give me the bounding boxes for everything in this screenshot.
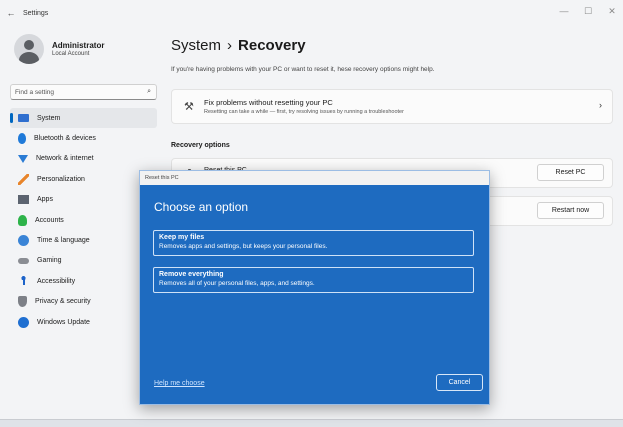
- sidebar-item-personalization[interactable]: Personalization: [10, 169, 157, 189]
- option-title: Keep my files: [159, 234, 205, 241]
- sidebar-item-windows-update[interactable]: Windows Update: [10, 312, 157, 332]
- bluetooth-icon: [18, 133, 26, 145]
- sidebar-item-label: Time & language: [37, 237, 90, 245]
- close-icon[interactable]: ✕: [607, 6, 617, 17]
- restart-now-button[interactable]: Restart now: [537, 202, 604, 219]
- avatar: [14, 34, 44, 64]
- gamepad-icon: [18, 257, 29, 264]
- sidebar-item-apps[interactable]: Apps: [10, 190, 157, 210]
- sidebar-item-label: Apps: [37, 196, 53, 204]
- accounts-icon: [18, 214, 27, 226]
- sidebar-item-label: Accessibility: [37, 277, 76, 285]
- sidebar-item-system[interactable]: System: [10, 108, 157, 129]
- shield-icon: [18, 296, 27, 308]
- profile-text: Administrator Local Account: [52, 41, 104, 57]
- fix-problems-card[interactable]: ⚒ Fix problems without resetting your PC…: [171, 89, 613, 124]
- sidebar-item-label: Personalization: [37, 175, 85, 183]
- option-description: Removes apps and settings, but keeps you…: [159, 243, 328, 250]
- sidebar-item-accounts[interactable]: Accounts: [10, 210, 157, 230]
- brush-icon: [18, 173, 29, 185]
- sidebar-item-network[interactable]: Network & internet: [10, 149, 157, 169]
- fix-card-description: Resetting can take a while — first, try …: [204, 109, 404, 115]
- chevron-right-icon: ›: [599, 100, 602, 110]
- window-controls: — ☐ ✕: [559, 6, 617, 17]
- fix-card-title: Fix problems without resetting your PC: [204, 98, 333, 107]
- option-description: Removes all of your personal files, apps…: [159, 280, 315, 287]
- sidebar-item-accessibility[interactable]: Accessibility: [10, 271, 157, 291]
- page-title: System › Recovery: [171, 37, 306, 54]
- sidebar-item-label: Accounts: [35, 216, 64, 224]
- sidebar-item-label: System: [37, 114, 61, 122]
- wrench-icon: ⚒: [184, 101, 194, 113]
- option-title: Remove everything: [159, 271, 224, 278]
- sidebar-item-label: Network & internet: [36, 155, 94, 163]
- reset-dialog: Reset this PC Choose an option Keep my f…: [139, 170, 490, 405]
- window-title: Settings: [23, 9, 49, 17]
- sidebar-item-gaming[interactable]: Gaming: [10, 251, 157, 271]
- sidebar-item-label: Bluetooth & devices: [34, 135, 96, 143]
- apps-icon: [18, 195, 29, 205]
- globe-icon: [18, 235, 29, 247]
- breadcrumb-parent[interactable]: System: [171, 37, 221, 54]
- profile-subtitle: Local Account: [52, 51, 90, 57]
- cancel-button[interactable]: Cancel: [436, 374, 483, 391]
- dialog-heading: Choose an option: [154, 200, 249, 214]
- search-input[interactable]: Find a setting ⌕: [10, 84, 157, 100]
- sidebar-item-label: Windows Update: [37, 318, 90, 326]
- sidebar-item-label: Gaming: [37, 257, 62, 265]
- sidebar-nav: System Bluetooth & devices Network & int…: [10, 108, 157, 332]
- update-icon: [18, 316, 29, 328]
- sidebar-item-privacy[interactable]: Privacy & security: [10, 292, 157, 312]
- keep-my-files-option[interactable]: Keep my files Removes apps and settings,…: [153, 230, 474, 256]
- search-placeholder: Find a setting: [15, 88, 55, 96]
- system-icon: [18, 114, 29, 123]
- recovery-options-heading: Recovery options: [171, 142, 230, 149]
- reset-pc-button[interactable]: Reset PC: [537, 164, 604, 181]
- remove-everything-option[interactable]: Remove everything Removes all of your pe…: [153, 267, 474, 293]
- sidebar-item-bluetooth[interactable]: Bluetooth & devices: [10, 128, 157, 148]
- maximize-icon[interactable]: ☐: [583, 6, 593, 17]
- minimize-icon[interactable]: —: [559, 6, 569, 17]
- sidebar-item-label: Privacy & security: [35, 298, 91, 306]
- back-arrow-icon[interactable]: ←: [2, 8, 20, 18]
- profile[interactable]: Administrator Local Account: [14, 34, 104, 64]
- help-me-choose-link[interactable]: Help me choose: [154, 380, 205, 387]
- network-icon: [18, 154, 28, 163]
- sidebar-item-time-language[interactable]: Time & language: [10, 230, 157, 250]
- settings-window: ← Settings — ☐ ✕ Administrator Local Acc…: [0, 0, 623, 420]
- dialog-title-bar: Reset this PC: [140, 171, 489, 185]
- accessibility-icon: [18, 275, 29, 287]
- breadcrumb-separator: ›: [227, 37, 233, 54]
- title-bar: ← Settings — ☐ ✕: [0, 0, 623, 26]
- search-icon[interactable]: ⌕: [147, 88, 151, 96]
- page-subtitle: If you're having problems with your PC o…: [171, 66, 435, 73]
- profile-name: Administrator: [52, 41, 105, 50]
- breadcrumb-current: Recovery: [238, 37, 306, 54]
